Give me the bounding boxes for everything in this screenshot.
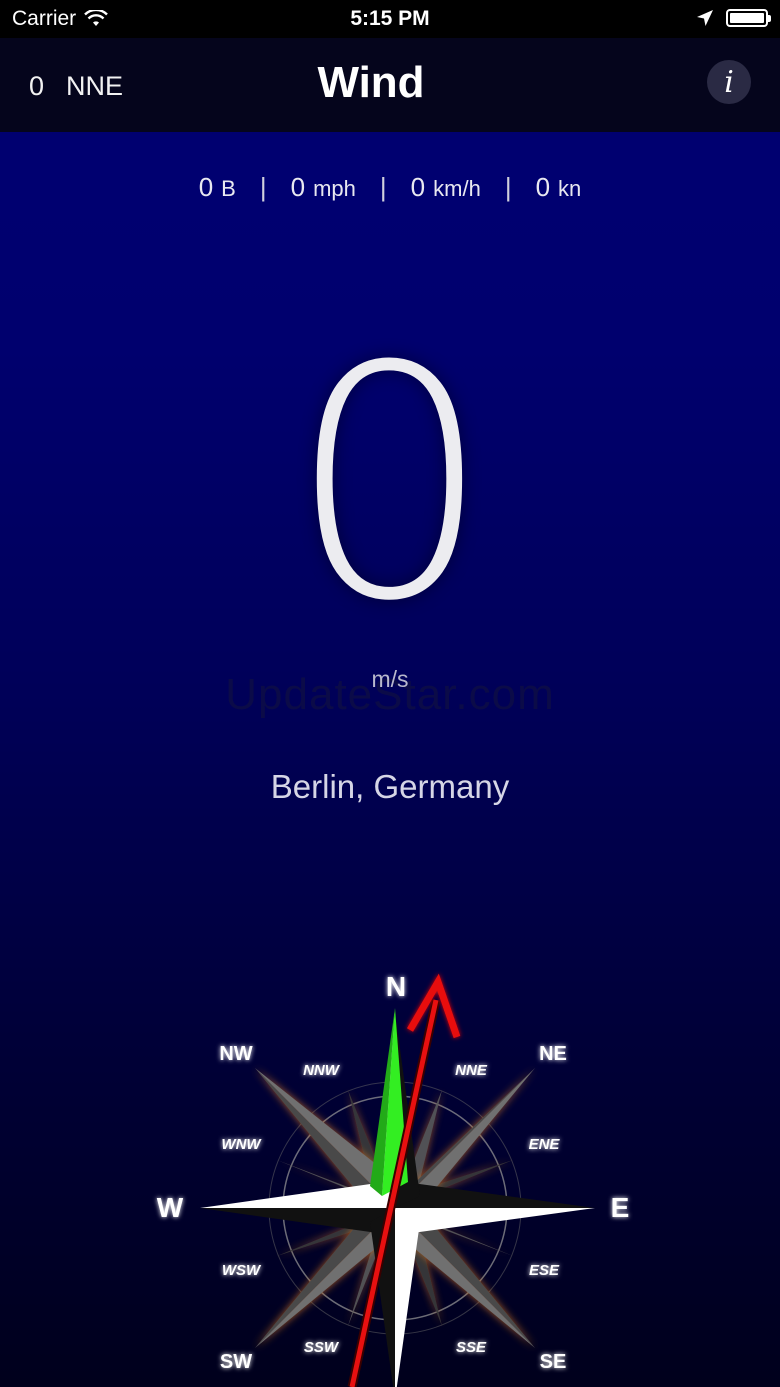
knots-value: 0 kn xyxy=(535,172,582,202)
kmh-value: 0 km/h xyxy=(410,172,481,202)
compass-label-se: SE xyxy=(540,1351,567,1373)
compass-label-w: W xyxy=(157,1192,184,1223)
mph-value: 0 mph xyxy=(290,172,356,202)
compass-label-ssw: SSW xyxy=(304,1339,340,1356)
unit-conversions: 0 B | 0 mph | 0 km/h | 0 kn xyxy=(0,172,780,203)
compass-rose: N NE E SE SW W NW NNW NNE ENE ESE SSE SS… xyxy=(130,960,650,1387)
location-label: Berlin, Germany xyxy=(270,768,510,805)
status-right-group xyxy=(696,9,771,27)
battery-icon xyxy=(726,9,771,27)
compass-label-wnw: WNW xyxy=(221,1136,262,1153)
location-arrow-icon xyxy=(697,10,713,26)
compass-label-nnw: NNW xyxy=(303,1062,341,1079)
info-button[interactable]: i xyxy=(707,60,751,104)
separator: | xyxy=(379,172,387,202)
page-title: Wind xyxy=(317,58,425,107)
compass-label-nw: NW xyxy=(219,1043,252,1065)
compass-label-sse: SSE xyxy=(456,1339,487,1356)
wind-speed-value: 0 xyxy=(288,299,492,671)
compass-label-ese: ESE xyxy=(529,1262,560,1279)
wind-speed-unit: m/s xyxy=(371,666,409,692)
separator: | xyxy=(259,172,267,202)
separator: | xyxy=(504,172,512,202)
compass-label-wsw: WSW xyxy=(222,1262,262,1279)
compass-label-nne: NNE xyxy=(455,1062,488,1079)
compass-label-sw: SW xyxy=(220,1351,252,1373)
status-bar: Carrier 5:15 PM xyxy=(0,0,780,38)
info-icon: i xyxy=(724,64,734,100)
status-time: 5:15 PM xyxy=(350,7,430,30)
compass-label-ne: NE xyxy=(539,1043,567,1065)
compass-label-e: E xyxy=(611,1192,630,1223)
nav-bar: 0 NNE Wind i xyxy=(0,38,780,132)
compass-label-ene: ENE xyxy=(529,1136,561,1153)
compass-label-n: N xyxy=(386,971,406,1002)
beaufort-value: 0B xyxy=(198,172,236,202)
